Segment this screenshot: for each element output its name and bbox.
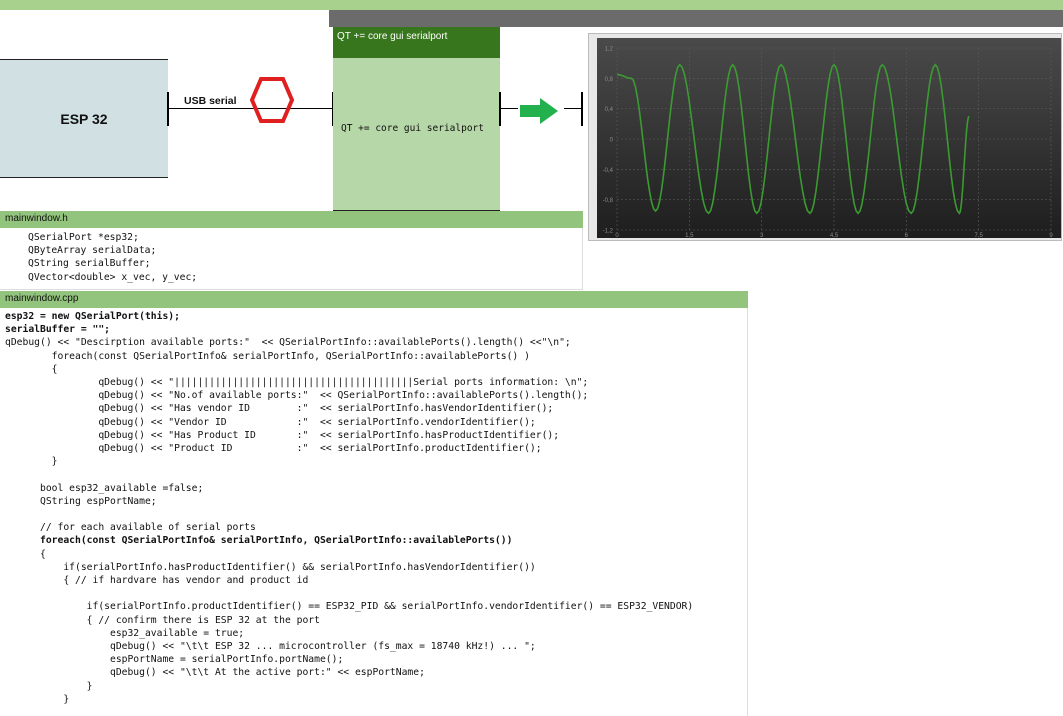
y-tick-label: -0,8 [603, 198, 614, 204]
esp32-label: ESP 32 [60, 110, 108, 127]
cpp-code-line: { [5, 363, 58, 375]
cpp-code-line: espPortName = serialPortInfo.portName(); [5, 654, 344, 666]
cpp-code-line: esp32 = new QSerialPort(this); [5, 311, 180, 322]
plot-background [597, 38, 1061, 238]
cpp-code-line: qDebug() << "Product ID :" << serialPort… [5, 443, 542, 455]
cpp-code-line: { [5, 548, 46, 560]
arrow-right-icon [520, 98, 558, 124]
cpp-file-title: mainwindow.cpp [0, 291, 748, 308]
cpp-code-line: foreach(const QSerialPortInfo& serialPor… [5, 535, 513, 547]
cpp-code-line: { // if hardvare has vendor and product … [5, 575, 309, 587]
x-tick-label: 7,5 [974, 233, 983, 239]
cpp-code-line: // for each available of serial ports [5, 522, 256, 534]
y-tick-label: 1,2 [605, 47, 614, 53]
cpp-code-line: { // confirm there is ESP 32 at the port [5, 614, 320, 626]
cpp-code-line: } [5, 456, 58, 468]
cpp-code-line: } [5, 680, 93, 692]
cpp-code-line: serialBuffer = ""; [5, 324, 110, 336]
signal-chart: 1,20,80,40-0,4-0,8-1,2 0 1,5 3 4,5 6 7,5 9 [597, 38, 1061, 239]
cpp-code-line: if(serialPortInfo.productIdentifier() ==… [5, 601, 694, 613]
plot-frame: 1,2 0,8 0,4 0 -0,4 -0,8 -1,2 0 1,5 3 4,5 6 7,5 9 [588, 33, 1062, 241]
top-bar [0, 0, 1063, 10]
header-code-line: QVector<double> x_vec, y_vec; [28, 271, 198, 283]
header-strip [329, 10, 1063, 27]
connector-line-right [500, 108, 518, 109]
cpp-code-line: qDebug() << "Vendor ID :" << serialPortI… [5, 416, 536, 428]
cpp-code-line: esp32_available = true; [5, 627, 245, 639]
y-tick-label: -1,2 [603, 229, 614, 235]
cpp-code-line: qDebug() << "Has vendor ID :" << serialP… [5, 403, 554, 415]
cpp-code-line: qDebug() << "No.of available ports:" << … [5, 390, 589, 402]
esp32-block: ESP 32 [0, 59, 168, 178]
y-tick-label: 0,8 [605, 77, 614, 83]
cpp-file-code: esp32 = new QSerialPort(this); serialBuf… [0, 308, 748, 716]
cpp-code-line: qDebug() << "Descirption available ports… [5, 337, 571, 349]
qt-block [333, 58, 500, 212]
y-tick-label: 0,4 [605, 107, 614, 113]
cpp-code-line: qDebug() << "Has Product ID :" << serial… [5, 429, 560, 441]
connector-tick-plot [581, 92, 583, 126]
header-file-code: QSerialPort *esp32; QByteArray serialDat… [0, 228, 583, 290]
cpp-code-line: if(serialPortInfo.hasProductIdentifier()… [5, 561, 536, 573]
header-code-line: QSerialPort *esp32; [28, 232, 139, 243]
connector-tick-left [167, 92, 169, 126]
qt-box-title: QT += core gui serialport [333, 27, 500, 58]
cpp-code-line: qDebug() << "|||||||||||||||||||||||||||… [5, 377, 589, 389]
x-tick-label: 4,5 [830, 233, 839, 239]
cpp-code-line: QString espPortName; [5, 495, 157, 507]
connector-line-plot [564, 108, 581, 109]
cpp-code-line: } [5, 693, 70, 705]
x-tick-label: 1,5 [685, 233, 694, 239]
header-code-line: QString serialBuffer; [28, 258, 151, 270]
cpp-code-line: foreach(const QSerialPortInfo& serialPor… [5, 350, 530, 362]
connector-tick-right [499, 92, 501, 126]
hexagon-icon [249, 77, 295, 123]
y-tick-label: -0,4 [603, 168, 614, 174]
header-code-line: QByteArray serialData; [28, 245, 157, 257]
cpp-code-line: qDebug() << "\t\t At the active port:" <… [5, 667, 425, 679]
cpp-code-line: bool esp32_available =false; [5, 482, 204, 494]
cpp-code-line: qDebug() << "\t\t ESP 32 ... microcontro… [5, 641, 536, 653]
usb-serial-label: USB serial [184, 95, 237, 107]
qt-block-label: QT += core gui serialport [341, 123, 484, 134]
header-file-title: mainwindow.h [0, 211, 583, 228]
